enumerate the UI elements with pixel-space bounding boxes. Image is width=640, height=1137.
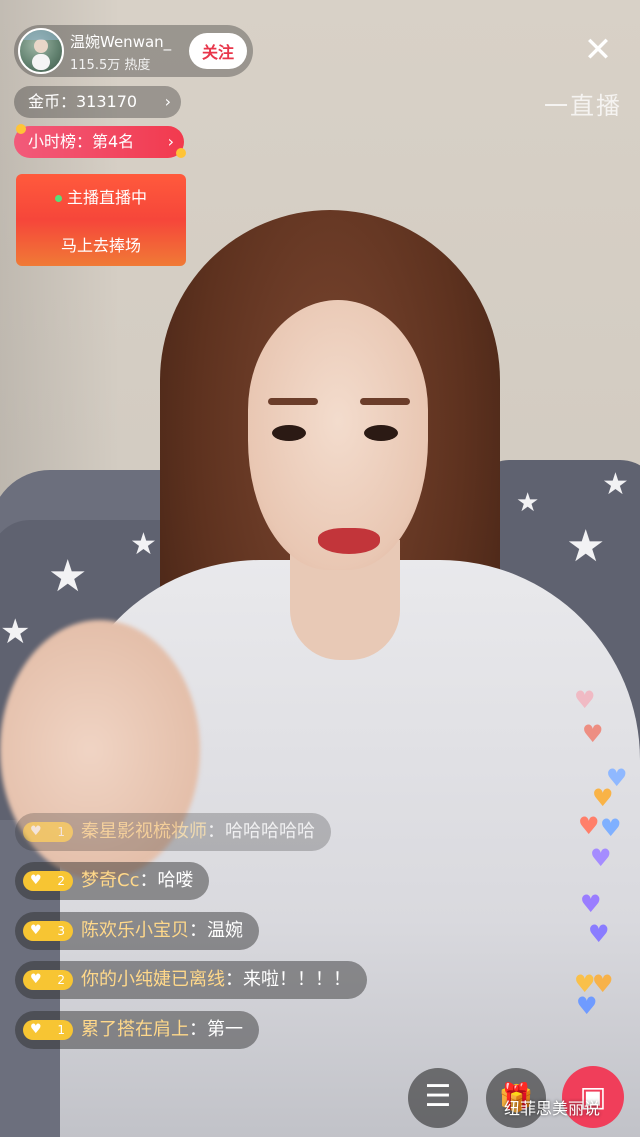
chat-message[interactable]: ♥ 1 秦星影视梳妆师：哈哈哈哈哈 (15, 813, 331, 851)
sparkle-dot-icon (176, 148, 186, 158)
chat-message[interactable]: ♥ 3 陈欢乐小宝贝：温婉 (15, 912, 259, 950)
close-icon[interactable]: ✕ (580, 33, 616, 69)
live-status-line: 主播直播中 (16, 184, 186, 208)
streamer-brow (268, 398, 318, 405)
avatar[interactable] (18, 28, 64, 74)
level-badge: ♥ 1 (23, 822, 73, 842)
coins-text: 金币：313170 (28, 92, 138, 111)
floating-heart-icon: ♥ (600, 814, 622, 842)
cushion-star: ★ (130, 527, 157, 562)
chat-message[interactable]: ♥ 2 梦奇Cc：哈喽 (15, 862, 210, 900)
chat-separator: ： (189, 1019, 207, 1040)
floating-thumb-icon: ♥ (582, 720, 604, 748)
cushion-star: ★ (48, 551, 88, 602)
floating-heart-icon: ♥ (580, 890, 602, 918)
level-number: 2 (57, 973, 65, 987)
heart-icon: ♥ (30, 923, 42, 938)
chevron-right-icon: › (167, 132, 174, 151)
streamer-brow (360, 398, 410, 405)
level-badge: ♥ 2 (23, 871, 73, 891)
heart-icon: ♥ (30, 824, 42, 839)
cushion-star: ★ (516, 488, 540, 518)
rank-text: 小时榜：第4名 (28, 132, 135, 151)
chat-message[interactable]: ♥ 1 累了搭在肩上：第一 (15, 1011, 259, 1049)
chat-username[interactable]: 秦星影视梳妆师 (81, 821, 207, 842)
chat-text: 哈喽 (157, 870, 194, 891)
level-number: 2 (57, 874, 65, 888)
streamer-eye (364, 425, 398, 441)
sparkle-dot-icon (16, 124, 26, 134)
chat-text: 来啦！！！！ (243, 969, 351, 990)
menu-button[interactable]: ☰ (408, 1068, 468, 1128)
cushion-star: ★ (0, 612, 31, 652)
streamer-lips (318, 528, 380, 554)
live-promo-card[interactable]: 主播直播中 马上去捧场 (16, 174, 186, 266)
level-number: 1 (57, 1023, 65, 1037)
cushion-star: ★ (566, 521, 606, 572)
floating-heart-icon: ♥ (588, 920, 610, 948)
chat-username[interactable]: 陈欢乐小宝贝 (81, 920, 189, 941)
menu-icon: ☰ (424, 1079, 452, 1114)
live-dot-icon (54, 195, 62, 202)
chat-separator: ： (225, 969, 243, 990)
chat-username[interactable]: 梦奇Cc (81, 870, 139, 891)
chat-username[interactable]: 累了搭在肩上 (81, 1019, 189, 1040)
streamer-eye (272, 425, 306, 441)
anchor-info-card[interactable]: 温婉Wenwan_ 115.5万 热度 关注 (14, 25, 253, 77)
chevron-right-icon: › (164, 92, 171, 111)
floating-heart-icon: ♥ (592, 784, 614, 812)
heart-icon: ♥ (30, 972, 42, 987)
user-avatar-icon (20, 30, 62, 70)
brand-watermark: 纽菲思美丽说 (504, 1099, 601, 1118)
level-badge: ♥ 2 (23, 970, 73, 990)
chat-text: 第一 (207, 1019, 243, 1040)
level-number: 1 (57, 825, 65, 839)
follow-button[interactable]: 关注 (189, 33, 247, 69)
live-cta-text: 马上去捧场 (60, 236, 141, 255)
anchor-name: 温婉Wenwan_ (70, 33, 172, 51)
heart-icon: ♥ (30, 1022, 42, 1037)
chat-separator: ： (189, 920, 207, 941)
floating-heart-icon: ♥ (576, 992, 598, 1020)
heart-icon: ♥ (30, 873, 42, 888)
level-badge: ♥ 1 (23, 1020, 73, 1040)
floating-heart-icon: ♥ (578, 812, 600, 840)
chat-text: 哈哈哈哈哈 (225, 821, 315, 842)
chat-message[interactable]: ♥ 2 你的小纯婕已离线：来啦！！！！ (15, 961, 367, 999)
hourly-rank-pill[interactable]: 小时榜：第4名 › (14, 124, 186, 158)
coins-pill[interactable]: 金币：313170 › (14, 86, 181, 118)
cushion-star: ★ (602, 467, 629, 502)
level-number: 3 (57, 924, 65, 938)
chat-separator: ： (139, 870, 158, 891)
chat-separator: ： (207, 821, 225, 842)
app-watermark: 一直播 (544, 92, 622, 120)
chat-text: 温婉 (207, 920, 243, 941)
floating-heart-icon: ♥ (590, 844, 612, 872)
live-status-text: 主播直播中 (66, 188, 147, 207)
anchor-heat: 115.5万 热度 (70, 58, 151, 73)
floating-heart-icon: ♥ (574, 686, 596, 714)
chat-username[interactable]: 你的小纯婕已离线 (81, 969, 225, 990)
level-badge: ♥ 3 (23, 921, 73, 941)
